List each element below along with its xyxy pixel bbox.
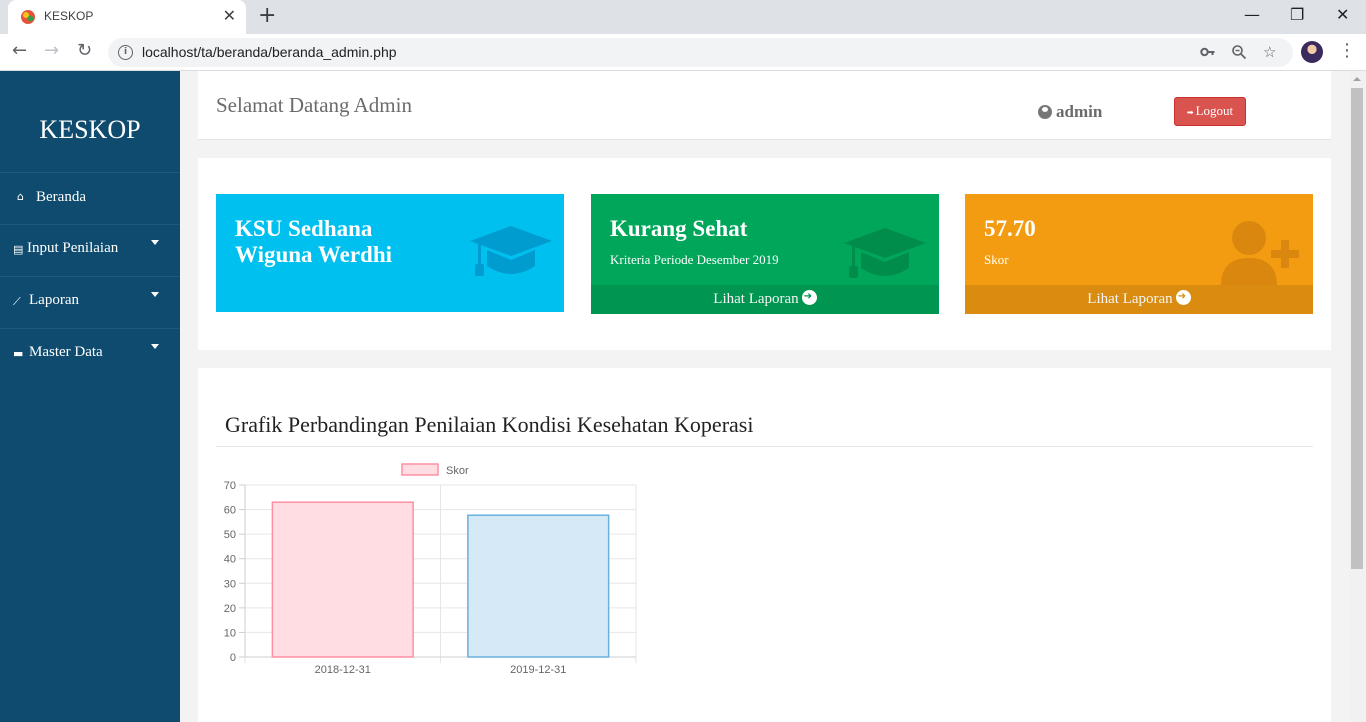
stat-title-line-1: KSU Sedhana: [235, 216, 373, 241]
minimize-icon[interactable]: —: [1244, 5, 1260, 25]
sidebar-item-beranda[interactable]: ⌂ Beranda: [0, 172, 180, 224]
menu-dots-icon[interactable]: ⋮: [1338, 40, 1356, 62]
top-bar: Selamat Datang Admin admin ➡ Logout: [198, 71, 1331, 140]
y-tick-label: 30: [224, 578, 236, 590]
info-icon[interactable]: i: [118, 45, 133, 60]
x-tick-label: 2019-12-31: [510, 664, 566, 676]
y-tick-label: 0: [230, 652, 236, 664]
zoom-icon[interactable]: [1231, 44, 1247, 60]
y-tick-label: 10: [224, 627, 236, 639]
sidebar-item-label: Laporan: [29, 292, 79, 308]
close-window-icon[interactable]: ✕: [1336, 5, 1349, 25]
stat-box-koperasi: KSU Sedhana Wiguna Werdhi: [216, 194, 564, 312]
y-tick-label: 20: [224, 603, 236, 615]
stat-box-skor: 57.70 Skor Lihat Laporan: [965, 194, 1313, 314]
stat-title: KSU Sedhana Wiguna Werdhi: [235, 216, 392, 268]
legend-label: Skor: [446, 465, 469, 477]
x-tick-label: 2018-12-31: [315, 664, 371, 676]
browser-tab[interactable]: KESKOP ✕: [8, 0, 246, 34]
chart-panel: Grafik Perbandingan Penilaian Kondisi Ke…: [198, 368, 1331, 722]
graduation-cap-icon: [844, 228, 926, 278]
stat-subtitle: Skor: [984, 252, 1009, 267]
favicon-icon: [21, 10, 35, 24]
sidebar-item-master-data[interactable]: ▬ Master Data: [0, 328, 180, 380]
lihat-laporan-link[interactable]: Lihat Laporan: [591, 285, 939, 314]
chart-title: Grafik Perbandingan Penilaian Kondisi Ke…: [225, 412, 754, 437]
sidebar-item-label: Master Data: [29, 344, 103, 360]
home-icon: ⌂: [17, 190, 24, 203]
profile-avatar[interactable]: [1301, 41, 1323, 63]
stat-subtitle: Kriteria Periode Desember 2019: [610, 252, 779, 267]
lihat-laporan-link[interactable]: Lihat Laporan: [965, 285, 1313, 314]
line-chart-icon: ⟋: [13, 295, 21, 308]
tab-title: KESKOP: [44, 9, 94, 23]
chart-bar: [467, 514, 610, 658]
folder-icon: ▬: [13, 347, 24, 360]
stat-title-line-2: Wiguna Werdhi: [235, 242, 393, 267]
y-tick-label: 40: [224, 554, 236, 566]
sidebar-item-label: Beranda: [36, 189, 86, 205]
user-circle-icon: [1038, 105, 1052, 119]
user-plus-icon: [1221, 221, 1299, 286]
tab-close-icon[interactable]: ✕: [223, 7, 236, 25]
sidebar-item-label: Input Penilaian: [27, 240, 119, 256]
link-label: Lihat Laporan: [713, 291, 799, 307]
address-bar[interactable]: i localhost/ta/beranda/beranda_admin.php…: [108, 38, 1293, 67]
sidebar-item-input-penilaian[interactable]: ▤ Input Penilaian: [0, 224, 180, 276]
page-scrollbar[interactable]: [1349, 71, 1366, 722]
caret-down-icon: [151, 344, 159, 349]
y-tick-label: 60: [224, 505, 236, 517]
user-name[interactable]: admin: [1056, 102, 1102, 122]
reload-icon[interactable]: ↻: [77, 40, 92, 62]
star-icon[interactable]: ☆: [1263, 42, 1276, 62]
divider: [216, 446, 1313, 447]
arrow-circle-right-icon: [801, 289, 817, 305]
url-text[interactable]: localhost/ta/beranda/beranda_admin.php: [142, 44, 397, 60]
brand-logo[interactable]: KESKOP: [0, 115, 180, 145]
restore-icon[interactable]: ❐: [1290, 5, 1304, 25]
stat-box-kriteria: Kurang Sehat Kriteria Periode Desember 2…: [591, 194, 939, 314]
sign-out-icon: ➡: [1186, 108, 1194, 117]
scrollbar-thumb[interactable]: [1351, 88, 1363, 569]
legend-swatch: [401, 463, 439, 476]
logout-label: Logout: [1195, 103, 1234, 118]
arrow-circle-right-icon: [1175, 289, 1191, 305]
bar-chart: 0 10 20 30 40 50 60 70 2018-12-31 2019-12-31 Skor: [224, 463, 637, 676]
welcome-heading: Selamat Datang Admin: [216, 93, 412, 117]
chart-bar: [271, 501, 414, 658]
browser-toolbar: ← → ↻ i localhost/ta/beranda/beranda_adm…: [0, 34, 1366, 71]
file-icon: ▤: [13, 243, 24, 256]
key-icon[interactable]: [1200, 44, 1216, 60]
stat-title: Kurang Sehat: [610, 216, 748, 241]
y-tick-label: 50: [224, 529, 236, 541]
forward-arrow-icon[interactable]: →: [44, 40, 59, 62]
stat-title: 57.70: [984, 216, 1036, 241]
stats-panel: KSU Sedhana Wiguna Werdhi Kurang Sehat K…: [198, 158, 1331, 350]
y-tick-label: 70: [224, 480, 236, 492]
new-tab-button[interactable]: +: [258, 4, 276, 28]
sidebar-item-laporan[interactable]: ⟋ Laporan: [0, 276, 180, 328]
graduation-cap-icon: [470, 226, 552, 276]
link-label: Lihat Laporan: [1087, 291, 1173, 307]
caret-down-icon: [151, 240, 159, 245]
caret-down-icon: [151, 292, 159, 297]
sidebar: KESKOP ⌂ Beranda ▤ Input Penilaian ⟋ Lap…: [0, 71, 180, 722]
back-arrow-icon[interactable]: ←: [12, 40, 27, 62]
logout-button[interactable]: ➡ Logout: [1174, 97, 1246, 126]
browser-tab-strip: KESKOP ✕ + — ❐ ✕: [0, 0, 1366, 34]
scroll-up-arrow-icon[interactable]: [1353, 77, 1361, 81]
